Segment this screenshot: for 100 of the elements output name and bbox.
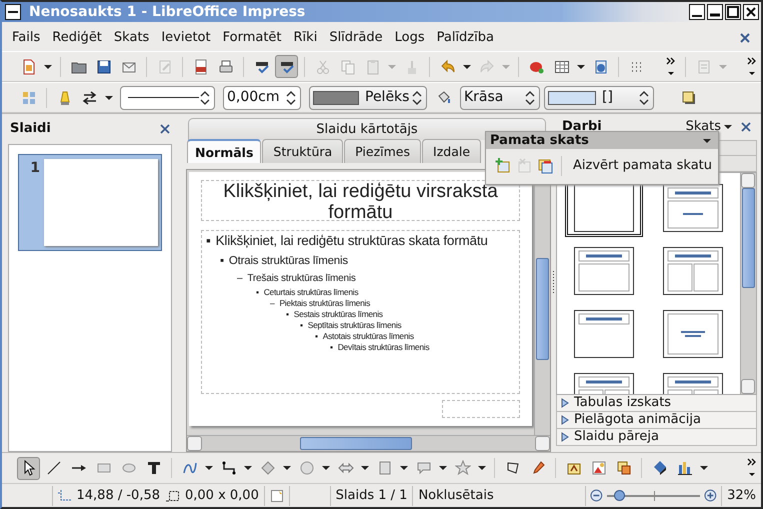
view-tab[interactable]: Struktūra [262,139,344,163]
document-modified-icon [270,488,284,502]
bullet: – [237,273,242,286]
outline-placeholder[interactable] [201,230,520,394]
points-icon [504,460,520,476]
caret-icon[interactable] [478,465,486,471]
outline-text: Devītais struktūras līmenis [338,342,430,354]
caret-icon[interactable] [400,465,408,471]
close-icon[interactable] [743,4,759,20]
position-icon [58,490,72,502]
menu-item[interactable]: Palīdzība [434,28,500,48]
section-header[interactable]: Tabulas izskats [556,395,757,412]
caret-icon[interactable] [44,64,52,70]
layout-icon [20,90,36,106]
menu-item[interactable]: Slīdrāde [327,28,389,48]
line-color-dropdown[interactable]: Pelēks [309,86,427,110]
caret-icon[interactable] [244,465,252,471]
area-style-dropdown[interactable]: Krāsa [460,86,540,110]
window-menu-icon[interactable] [5,4,21,20]
rename-master-icon [537,158,554,174]
caret-icon[interactable] [205,465,213,471]
area-fill-dropdown[interactable]: [] [544,86,654,110]
view-tab[interactable]: Izdale [422,139,482,163]
slide-item[interactable]: 1 [18,154,162,251]
close-master-view-button[interactable]: Aizvērt pamata skatu [567,154,718,178]
arrows-icon [82,90,98,106]
pencil-icon [156,58,172,74]
zoom-in-icon[interactable] [704,489,718,502]
curve-icon [182,460,198,476]
bullet: ▪ [206,233,211,250]
toolbar-button[interactable] [17,456,40,480]
slider-thumb[interactable] [614,490,625,500]
image-icon [590,460,606,476]
overflow-chevron-icon[interactable] [747,56,757,78]
callout-icon [416,460,432,476]
menu-item[interactable]: Rediģēt [50,28,108,48]
double-arrow-icon [338,460,354,476]
slide-icon [696,58,712,74]
flowchart-icon [376,460,392,476]
line-style-dropdown[interactable] [120,86,215,110]
caret-icon[interactable] [439,465,447,471]
spin-arrows-icon[interactable] [285,88,297,106]
clipboard-icon [364,58,380,74]
slide-count-text: Slaids 1 / 1 [336,486,408,505]
minimize-icon[interactable] [689,4,705,20]
layout-name-text: Noklusētais [418,486,494,505]
vertical-scrollbar[interactable] [740,173,756,394]
outline-text: Otrais struktūras līmenis [228,254,348,268]
bullet: ▪ [315,330,318,342]
spin-arrows-icon[interactable] [199,88,211,106]
spin-arrows-icon[interactable] [411,88,423,106]
shade-icon[interactable] [707,4,723,20]
menu-item[interactable]: Logs [392,28,431,48]
outline-text: Septītais struktūras līmenis [308,320,402,331]
caret-icon[interactable] [703,138,711,144]
caret-icon[interactable] [700,465,708,471]
delete-master-icon [516,158,532,174]
spin-arrows-icon[interactable] [524,88,536,106]
new-master-icon [494,158,511,174]
outline-text: Sestais struktūras līmenis [294,308,383,320]
spin-arrows-icon[interactable] [638,88,650,106]
line-icon [46,460,62,476]
caret-icon[interactable] [322,465,330,471]
line-width-field[interactable]: 0,00cm [223,86,301,110]
zoom-out-icon[interactable] [590,489,603,502]
toolbar-button[interactable] [275,55,298,78]
caret-icon[interactable] [463,64,471,70]
section-header[interactable]: Pielāgota animācija [556,412,757,429]
caret-icon[interactable] [724,124,732,130]
section-header[interactable]: Slaidu pāreja [556,429,757,446]
menu-item[interactable]: Skats [112,28,156,48]
caret-icon[interactable] [105,94,113,100]
shadow-icon [680,90,696,106]
menu-item[interactable]: Fails [10,28,46,48]
menu-item[interactable]: Formatēt [220,28,288,48]
overflow-chevron-icon[interactable] [747,457,757,479]
connector-icon [220,460,236,476]
caret-icon[interactable] [577,64,585,70]
splitter-handle[interactable] [552,271,555,295]
caret-icon[interactable] [283,465,291,471]
copy-icon [340,58,356,74]
bullet: ▪ [300,320,303,331]
caret-icon[interactable] [361,465,369,471]
bullet: ▪ [220,254,224,268]
bullet: ▪ [330,342,333,354]
menu-item[interactable]: Rīki [292,28,324,48]
slide-number: 1 [29,159,41,178]
menu-item[interactable]: Ievietot [159,28,217,48]
panel-title: Darbi [562,118,602,134]
view-tab[interactable]: Normāls [187,139,262,163]
horizontal-scrollbar[interactable] [187,435,550,451]
text-tool-icon [146,460,162,476]
cube-icon [652,460,668,476]
redo-icon [478,58,494,74]
outline-text: Piektais struktūras līmenis [279,298,370,309]
view-tab[interactable]: Piezīmes [344,139,422,163]
overflow-chevron-icon[interactable] [666,56,676,78]
bar-chart-icon [676,460,692,476]
paint-bucket-icon [436,90,452,106]
maximize-icon[interactable] [725,4,741,20]
